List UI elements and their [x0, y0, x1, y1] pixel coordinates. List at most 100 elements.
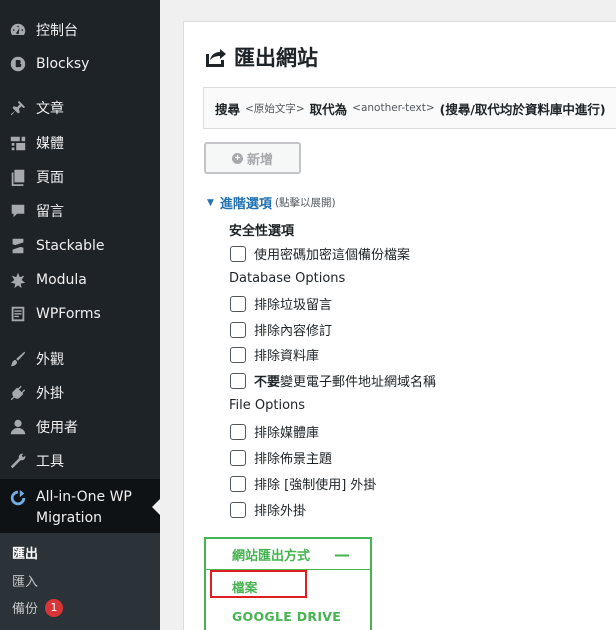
sidebar-item-blocksy[interactable]: Blocksy	[0, 47, 160, 81]
submenu-item-label: 備份	[12, 602, 39, 617]
sidebar-item-label: 文章	[36, 101, 64, 117]
advanced-options-link[interactable]: 進階選項	[220, 193, 272, 212]
add-button-label: 新增	[246, 151, 273, 167]
search-placeholder: <原始文字>	[245, 102, 305, 115]
sidebar-item-label: Blocksy	[36, 56, 90, 72]
user-icon	[0, 418, 36, 436]
sidebar-item-label: WPForms	[36, 306, 101, 322]
highlight-box	[210, 570, 307, 598]
option-do-not-replace-email-domain[interactable]: 不要 變更電子郵件地址網域名稱	[230, 371, 436, 390]
submenu: 匯出 匯入 備份 1	[0, 533, 160, 630]
sidebar-item-dashboard[interactable]: 控制台	[0, 13, 160, 47]
option-label: 使用密碼加密這個備份檔案	[254, 248, 411, 263]
export-option-google-drive[interactable]: GOOGLE DRIVE	[232, 609, 341, 624]
checkbox[interactable]	[230, 295, 246, 312]
sidebar-item-label: 外掛	[36, 386, 64, 402]
submenu-item-import[interactable]: 匯入	[12, 571, 38, 590]
replace-label: 取代為	[309, 101, 348, 117]
submenu-item-export[interactable]: 匯出	[12, 543, 38, 562]
submenu-item-label: 匯出	[12, 547, 39, 562]
advanced-options-toggle[interactable]: ▼ 進階選項 (點擊以展開)	[207, 193, 336, 212]
option-exclude-plugins[interactable]: 排除外掛	[230, 500, 306, 519]
brush-icon	[0, 350, 36, 368]
option-label: 變更電子郵件地址網域名稱	[280, 375, 437, 390]
option-exclude-must-use-plugins[interactable]: 排除 [強制使用] 外掛	[230, 474, 376, 493]
sidebar-item-pages[interactable]: 頁面	[0, 160, 160, 194]
option-label: 排除 [強制使用] 外掛	[254, 478, 377, 493]
option-label: 排除內容修訂	[254, 324, 333, 339]
comment-icon	[0, 202, 36, 220]
export-to-dropdown: 網站匯出方式 — 檔案 GOOGLE DRIVE	[204, 537, 372, 630]
option-exclude-post-revisions[interactable]: 排除內容修訂	[230, 320, 332, 339]
wpforms-icon	[0, 305, 36, 323]
checkbox[interactable]	[230, 321, 246, 338]
media-icon	[0, 134, 36, 152]
sidebar-item-label: 控制台	[36, 23, 78, 39]
sidebar-item-label: Modula	[36, 272, 87, 288]
search-label: 搜尋	[215, 101, 241, 117]
sidebar-item-tools[interactable]: 工具	[0, 444, 160, 478]
sidebar-item-stackable[interactable]: Stackable	[0, 229, 160, 263]
replace-placeholder: <another-text>	[352, 102, 435, 114]
pin-icon	[0, 99, 36, 117]
option-label: 排除佈景主題	[254, 452, 333, 467]
option-exclude-spam-comments[interactable]: 排除垃圾留言	[230, 294, 332, 313]
security-options-heading: 安全性選項	[229, 224, 295, 239]
stackable-icon	[0, 237, 36, 255]
option-label: 排除外掛	[254, 504, 307, 519]
sidebar-item-media[interactable]: 媒體	[0, 126, 160, 160]
sidebar-item-appearance[interactable]: 外觀	[0, 342, 160, 376]
sidebar-item-label: 使用者	[36, 420, 78, 436]
sidebar-item-label: 頁面	[36, 170, 64, 186]
sidebar-item-comments[interactable]: 留言	[0, 194, 160, 228]
submenu-item-backups[interactable]: 備份 1	[12, 598, 64, 617]
sidebar-item-label: All-in-One WP Migration	[36, 489, 132, 526]
sidebar-item-wpforms[interactable]: WPForms	[0, 297, 160, 331]
file-options-heading: File Options	[229, 398, 306, 413]
option-exclude-database[interactable]: 排除資料庫	[230, 345, 319, 364]
sidebar-item-label: 工具	[36, 454, 64, 470]
submenu-item-label: 匯入	[12, 575, 39, 590]
add-button[interactable]: + 新增	[204, 142, 301, 174]
checkbox[interactable]	[230, 423, 246, 440]
sidebar-item-posts[interactable]: 文章	[0, 91, 160, 125]
plus-circle-icon: +	[231, 152, 243, 164]
dashboard-icon	[0, 21, 36, 39]
option-encrypt-backup[interactable]: 使用密碼加密這個備份檔案	[230, 244, 410, 263]
option-label: 排除資料庫	[254, 349, 320, 364]
modula-icon	[0, 271, 36, 289]
sidebar-item-modula[interactable]: Modula	[0, 263, 160, 297]
export-to-header[interactable]: 網站匯出方式 —	[206, 539, 370, 570]
collapse-icon[interactable]: —	[334, 545, 350, 564]
option-exclude-themes[interactable]: 排除佈景主題	[230, 448, 332, 467]
sidebar-item-label: 媒體	[36, 136, 64, 152]
option-exclude-media-library[interactable]: 排除媒體庫	[230, 422, 319, 441]
sidebar-item-label: Stackable	[36, 238, 105, 254]
checkbox[interactable]	[230, 501, 246, 518]
checkbox[interactable]	[230, 245, 246, 262]
wrench-icon	[0, 452, 36, 470]
export-to-label: 網站匯出方式	[232, 548, 311, 564]
current-menu-arrow	[152, 499, 160, 515]
export-icon	[206, 49, 226, 67]
checkbox[interactable]	[230, 372, 246, 389]
checkbox[interactable]	[230, 346, 246, 363]
option-label-emphasis: 不要	[254, 375, 281, 390]
export-panel: 匯出網站 搜尋 <原始文字> 取代為 <another-text> (搜尋/取代…	[183, 21, 616, 630]
find-replace-bar: 搜尋 <原始文字> 取代為 <another-text> (搜尋/取代均於資料庫…	[203, 87, 616, 129]
sidebar-item-all-in-one-wp-migration[interactable]: All-in-One WP Migration	[0, 479, 160, 533]
sidebar-item-label: 外觀	[36, 352, 64, 368]
sidebar-item-users[interactable]: 使用者	[0, 410, 160, 444]
sidebar-item-label: 留言	[36, 204, 64, 220]
checkbox[interactable]	[230, 449, 246, 466]
backup-count-badge: 1	[45, 598, 64, 617]
option-label: 排除媒體庫	[254, 426, 320, 441]
blocksy-icon	[0, 55, 36, 73]
plug-icon	[0, 384, 36, 402]
page-title: 匯出網站	[204, 42, 318, 72]
page-icon	[0, 168, 36, 186]
sidebar-item-plugins[interactable]: 外掛	[0, 376, 160, 410]
option-label: 排除垃圾留言	[254, 298, 333, 313]
advanced-options-hint: (點擊以展開)	[274, 197, 336, 209]
checkbox[interactable]	[230, 475, 246, 492]
